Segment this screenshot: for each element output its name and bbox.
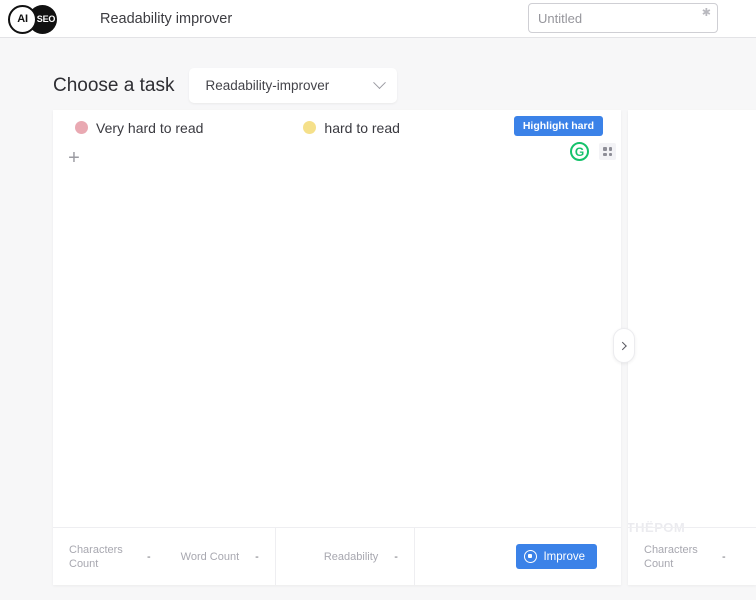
chevron-down-icon bbox=[373, 76, 387, 90]
legend-label-hard: hard to read bbox=[324, 119, 400, 136]
task-chooser-row: Choose a task Readability-improver bbox=[53, 68, 398, 103]
characters-count-value: - bbox=[147, 550, 151, 563]
app-header: AI SEO Readability improver ✱ bbox=[0, 0, 756, 38]
stats-divider bbox=[413, 527, 415, 585]
right-output-panel: ПАРТНЁРОМ Characters Count - bbox=[628, 110, 756, 585]
choose-task-label: Choose a task bbox=[53, 74, 175, 96]
document-title-wrap: ✱ bbox=[528, 3, 718, 33]
grid-dot bbox=[608, 152, 612, 156]
word-count-value: - bbox=[255, 550, 259, 563]
word-count-label: Word Count bbox=[180, 550, 240, 563]
document-title-input[interactable] bbox=[528, 3, 718, 33]
highlight-hard-button[interactable]: Highlight hard bbox=[513, 116, 603, 136]
stat-readability: Readability - bbox=[324, 550, 398, 564]
right-characters-count-label: Characters Count bbox=[644, 543, 698, 570]
grid-dot bbox=[603, 147, 607, 151]
legend-dot-hard bbox=[303, 121, 317, 134]
stat-characters-count: Characters Count - bbox=[69, 543, 151, 571]
grid-handle-icon[interactable] bbox=[599, 143, 616, 160]
legend-item-very-hard: Very hard to read bbox=[75, 120, 203, 136]
readability-legend: Very hard to read hard to read Highlight… bbox=[53, 110, 621, 145]
right-characters-count-value: - bbox=[722, 550, 726, 563]
logo-ai-circle: AI bbox=[8, 4, 37, 34]
task-select-dropdown[interactable]: Readability-improver bbox=[189, 68, 398, 103]
task-select-value: Readability-improver bbox=[205, 78, 330, 93]
grammarly-icon[interactable]: G bbox=[570, 142, 589, 161]
improve-button[interactable]: Improve bbox=[516, 544, 597, 569]
readability-value: - bbox=[394, 550, 398, 563]
expand-right-panel-button[interactable] bbox=[613, 328, 635, 363]
editor-text-area[interactable] bbox=[53, 170, 621, 527]
legend-label-very-hard: Very hard to read bbox=[96, 119, 204, 136]
add-block-icon[interactable]: + bbox=[63, 148, 85, 170]
chevron-right-icon bbox=[618, 341, 627, 350]
page-title: Readability improver bbox=[100, 10, 233, 27]
legend-dot-very-hard bbox=[75, 121, 88, 134]
legend-item-hard: hard to read bbox=[303, 120, 400, 136]
grid-dot bbox=[603, 152, 607, 156]
characters-count-label: Characters Count bbox=[69, 543, 123, 570]
editor-panel: Very hard to read hard to read Highlight… bbox=[53, 110, 621, 585]
editor-stats-bar: Characters Count - Word Count - Readabil… bbox=[53, 527, 621, 585]
stat-group-readability: Readability - bbox=[276, 528, 414, 585]
right-panel-stats-bar: Characters Count - bbox=[628, 527, 756, 585]
improve-button-label: Improve bbox=[543, 550, 585, 563]
grid-dot bbox=[608, 147, 612, 151]
right-stat-characters-count: Characters Count - bbox=[644, 543, 726, 571]
app-logo: AI SEO bbox=[8, 4, 64, 34]
readability-label: Readability bbox=[323, 550, 379, 563]
stat-group-counts: Characters Count - Word Count - bbox=[53, 528, 275, 585]
stat-word-count: Word Count - bbox=[181, 550, 259, 564]
gear-icon bbox=[524, 550, 538, 563]
